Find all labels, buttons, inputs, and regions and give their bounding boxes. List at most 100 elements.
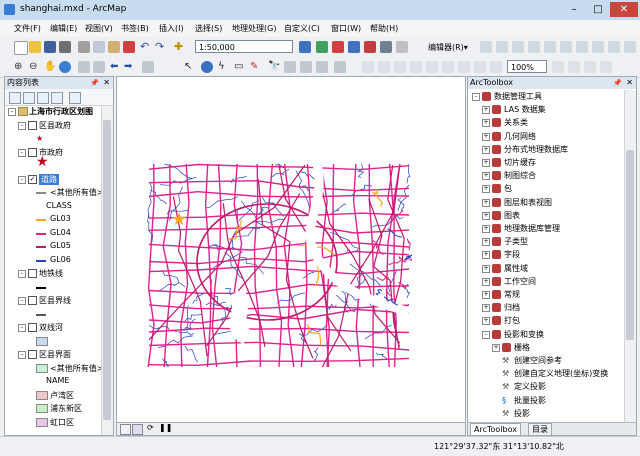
expand-toggle[interactable]: + xyxy=(482,106,490,115)
expand-toggle[interactable]: - xyxy=(18,175,26,184)
layout-fixed-zoom-out-icon[interactable] xyxy=(458,61,470,73)
end-point-arc-icon[interactable] xyxy=(512,41,524,53)
menu-customize[interactable]: 自定义(C) xyxy=(284,23,320,34)
find-route-icon[interactable] xyxy=(284,61,296,73)
menu-file[interactable]: 文件(F) xyxy=(14,23,41,34)
expand-toggle[interactable]: + xyxy=(482,172,490,181)
add-data-icon[interactable]: ✚ xyxy=(174,41,186,53)
tab-catalog[interactable]: 目录 xyxy=(528,423,552,436)
new-icon[interactable] xyxy=(14,41,28,55)
cut-polygons-icon[interactable] xyxy=(592,41,604,53)
expand-toggle[interactable]: + xyxy=(482,291,490,299)
toolbox-scrollbar[interactable] xyxy=(624,90,636,422)
html-popup-icon[interactable]: ▭ xyxy=(234,61,246,73)
map-scale-select[interactable]: 1:50,000 xyxy=(195,40,293,53)
redo-icon[interactable]: ↷ xyxy=(155,41,167,53)
layout-pan-icon[interactable] xyxy=(394,61,406,73)
fixed-zoom-in-icon[interactable] xyxy=(78,61,90,73)
expand-toggle[interactable]: + xyxy=(482,264,490,273)
undo-icon[interactable]: ↶ xyxy=(140,41,152,53)
rotate-icon[interactable] xyxy=(624,41,636,53)
data-driven-pages-icon[interactable] xyxy=(600,61,612,73)
zoom-whole-page-icon[interactable] xyxy=(410,61,422,73)
layout-zoom-in-icon[interactable] xyxy=(362,61,374,73)
expand-toggle[interactable]: - xyxy=(18,270,26,278)
catalog-icon[interactable] xyxy=(332,41,344,53)
tab-arctoolbox[interactable]: ArcToolbox xyxy=(470,423,521,436)
pin-icon[interactable]: 📌 xyxy=(90,77,99,89)
menu-windows[interactable]: 窗口(W) xyxy=(331,23,361,34)
editor-menu[interactable]: 编辑器(R)▾ xyxy=(428,42,468,53)
pan-icon[interactable]: ✋ xyxy=(44,61,56,73)
create-viewer-icon[interactable] xyxy=(334,61,346,73)
list-by-drawing-order-icon[interactable] xyxy=(9,92,21,104)
close-button[interactable]: ✕ xyxy=(610,2,638,17)
go-to-xy-icon[interactable] xyxy=(300,61,312,73)
layer-visibility-checkbox[interactable] xyxy=(28,120,37,130)
toc-scroll-thumb[interactable] xyxy=(103,120,111,420)
expand-toggle[interactable]: + xyxy=(482,185,490,194)
go-back-icon[interactable]: ⬅ xyxy=(110,61,122,73)
expand-toggle[interactable]: - xyxy=(18,351,26,359)
menu-insert[interactable]: 插入(I) xyxy=(159,23,184,34)
pin-icon[interactable]: 📌 xyxy=(613,77,622,89)
menu-geoprocessing[interactable]: 地理处理(G) xyxy=(232,23,276,34)
expand-toggle[interactable]: + xyxy=(482,238,490,247)
expand-toggle[interactable]: - xyxy=(482,330,490,339)
paste-icon[interactable] xyxy=(108,41,120,53)
zoom-in-icon[interactable]: ⊕ xyxy=(14,61,26,73)
arctoolbox-close-icon[interactable]: ✕ xyxy=(626,77,633,89)
zoom-out-icon[interactable]: ⊖ xyxy=(29,61,41,73)
toc-scrollbar[interactable] xyxy=(101,106,113,435)
toc-close-icon[interactable]: ✕ xyxy=(103,77,110,89)
focus-data-frame-icon[interactable] xyxy=(568,61,580,73)
layer-visibility-checkbox[interactable] xyxy=(28,350,37,359)
go-forward-icon[interactable]: ➡ xyxy=(124,61,136,73)
map-canvas[interactable]: ★ xyxy=(117,77,465,423)
layer-visibility-checkbox[interactable]: ✓ xyxy=(28,174,37,184)
fixed-zoom-out-icon[interactable] xyxy=(93,61,105,73)
trace-icon[interactable] xyxy=(528,41,540,53)
time-slider-icon[interactable] xyxy=(316,61,328,73)
layout-zoom-select[interactable]: 100% xyxy=(507,60,547,73)
split-icon[interactable] xyxy=(608,41,620,53)
expand-toggle[interactable]: - xyxy=(18,324,26,332)
list-by-selection-icon[interactable] xyxy=(51,92,63,104)
reshape-icon[interactable] xyxy=(576,41,588,53)
expand-toggle[interactable]: + xyxy=(482,304,490,313)
expand-toggle[interactable]: + xyxy=(492,343,500,352)
hyperlink-icon[interactable]: ϟ xyxy=(218,61,230,73)
maximize-button[interactable]: □ xyxy=(586,2,610,17)
data-view-icon[interactable] xyxy=(132,424,143,435)
expand-toggle[interactable]: - xyxy=(472,93,480,101)
minimize-button[interactable]: – xyxy=(562,2,586,17)
cut-icon[interactable] xyxy=(78,41,90,53)
expand-toggle[interactable]: + xyxy=(482,198,490,207)
layer-visibility-checkbox[interactable] xyxy=(28,269,37,278)
expand-toggle[interactable]: + xyxy=(482,211,490,220)
expand-toggle[interactable]: - xyxy=(18,121,26,130)
expand-toggle[interactable]: + xyxy=(482,225,490,233)
menu-bookmarks[interactable]: 书签(B) xyxy=(121,23,149,34)
toggle-draft-icon[interactable] xyxy=(552,61,564,73)
layout-back-icon[interactable] xyxy=(474,61,486,73)
expand-toggle[interactable]: - xyxy=(8,108,16,116)
expand-toggle[interactable]: - xyxy=(18,297,26,305)
select-elements-icon[interactable]: ↖ xyxy=(184,61,196,73)
expand-toggle[interactable]: + xyxy=(482,277,490,286)
expand-toggle[interactable]: + xyxy=(482,317,490,326)
straight-segment-icon[interactable] xyxy=(496,41,508,53)
layout-zoom-out-icon[interactable] xyxy=(378,61,390,73)
layout-fixed-zoom-in-icon[interactable] xyxy=(442,61,454,73)
edit-vertices-icon[interactable] xyxy=(560,41,572,53)
menu-edit[interactable]: 编辑(E) xyxy=(50,23,77,34)
list-by-visibility-icon[interactable] xyxy=(37,92,49,104)
copy-icon[interactable] xyxy=(93,41,105,53)
save-icon[interactable] xyxy=(44,41,56,53)
refresh-icon[interactable]: ⟳ xyxy=(147,423,154,432)
print-icon[interactable] xyxy=(59,41,71,53)
pause-drawing-icon[interactable]: ❚❚ xyxy=(159,423,172,432)
menu-selection[interactable]: 选择(S) xyxy=(195,23,222,34)
zoom-100-icon[interactable] xyxy=(426,61,438,73)
menu-help[interactable]: 帮助(H) xyxy=(370,23,398,34)
